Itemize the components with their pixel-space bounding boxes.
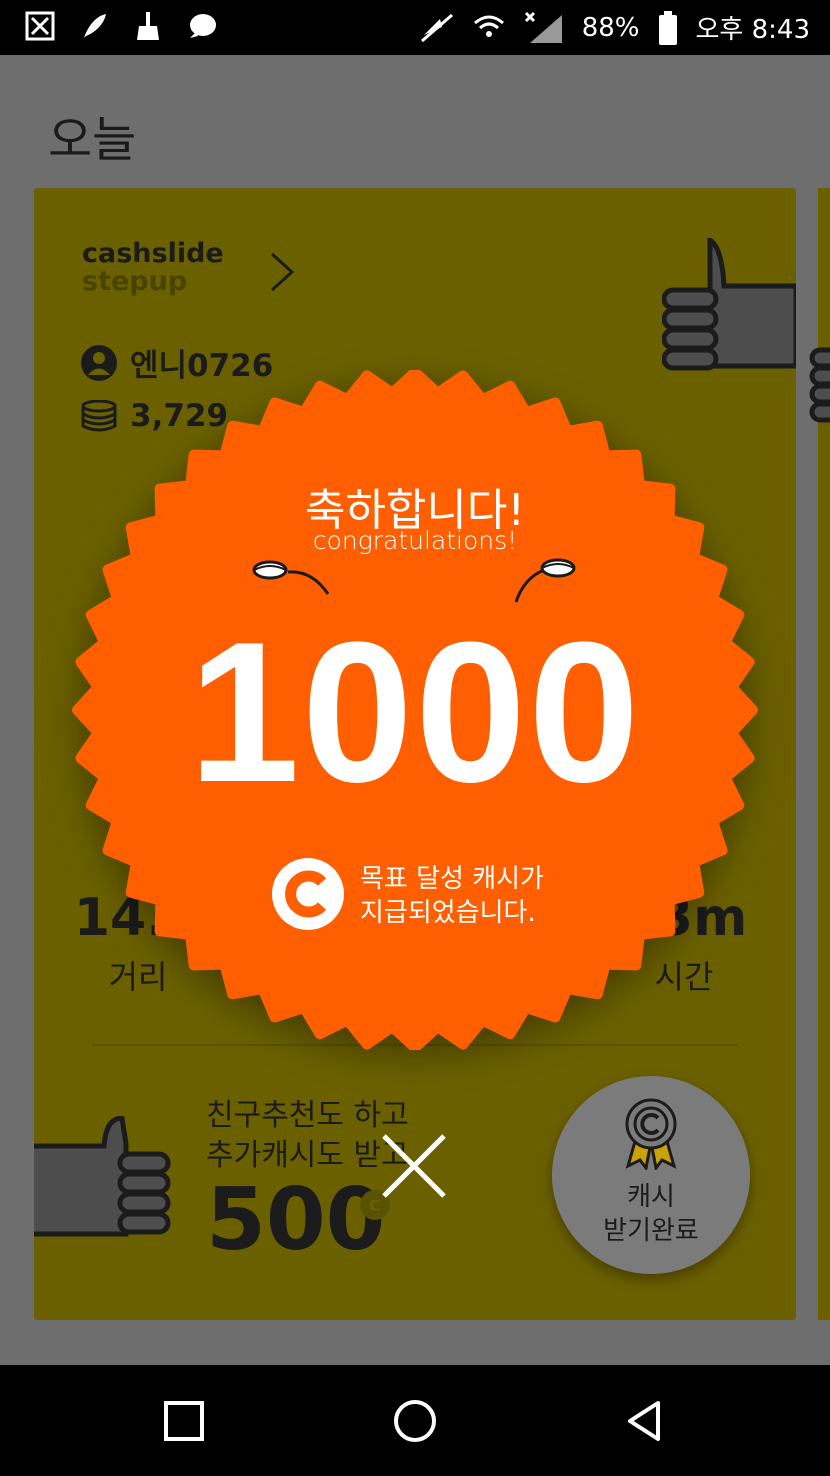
- recents-button[interactable]: [156, 1393, 212, 1449]
- battery-percent: 88%: [581, 12, 640, 43]
- navigation-bar: [0, 1365, 830, 1476]
- wifi-icon: [473, 15, 504, 37]
- chat-bubble-icon: [190, 14, 216, 38]
- clock: 오후 8:43: [695, 15, 811, 45]
- cash-coin-icon: [272, 858, 344, 930]
- back-button[interactable]: [618, 1393, 674, 1449]
- reward-amount: 1000: [188, 601, 642, 824]
- reward-message-line1: 목표 달성 캐시가: [360, 864, 544, 894]
- battery-icon: [658, 10, 677, 45]
- close-icon[interactable]: [380, 1132, 448, 1200]
- reward-message: 목표 달성 캐시가 지급되었습니다.: [360, 862, 544, 930]
- reward-message-line2: 지급되었습니다.: [360, 898, 536, 928]
- home-button[interactable]: [387, 1393, 443, 1449]
- signal-icon: [524, 11, 562, 43]
- mute-icon: [420, 13, 453, 42]
- left-eye-icon: [252, 560, 330, 595]
- dx-icon: [25, 11, 55, 41]
- popup-subtitle: congratulations!: [312, 526, 518, 555]
- broom-icon: [137, 12, 159, 40]
- status-bar: 88% 오후 8:43: [0, 0, 830, 55]
- feather-icon: [84, 14, 106, 38]
